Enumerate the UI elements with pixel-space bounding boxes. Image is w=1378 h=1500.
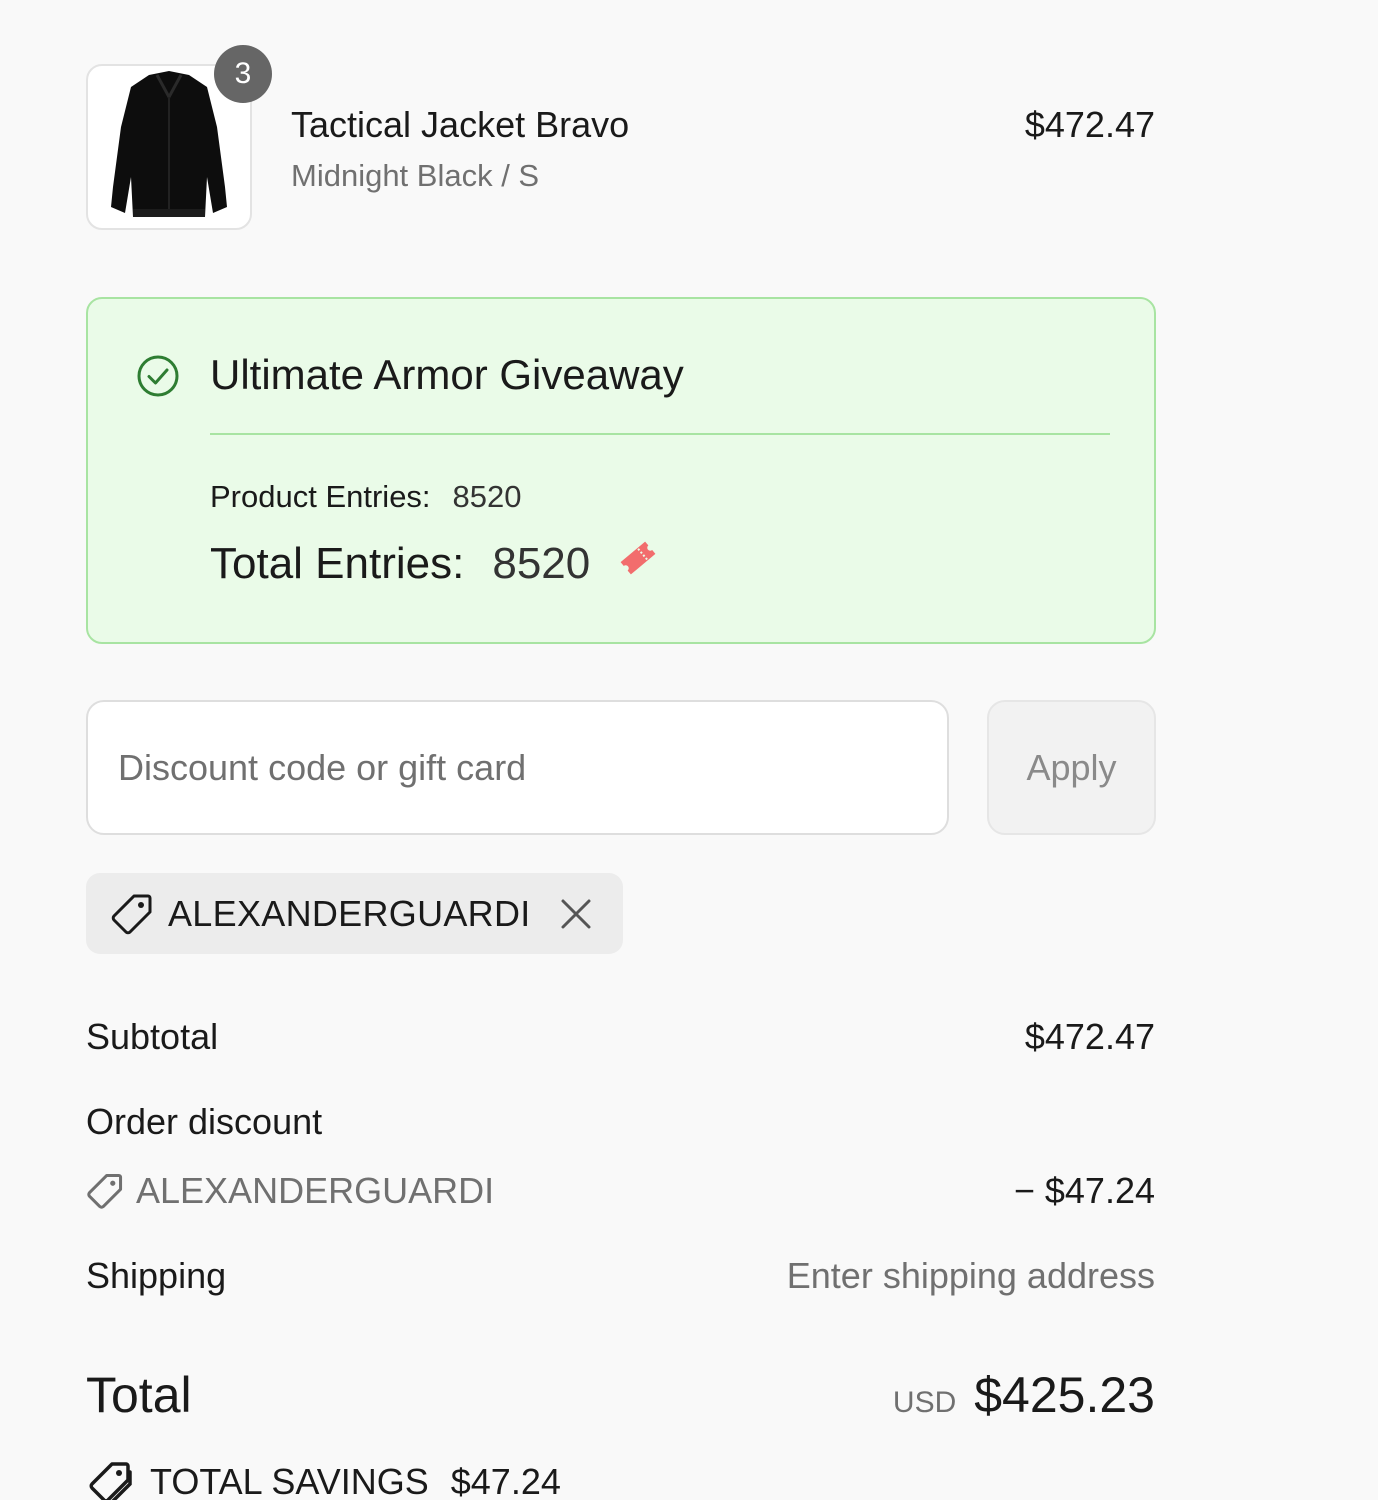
total-entries-value: 8520: [492, 539, 591, 588]
product-entries-label: Product Entries:: [210, 479, 431, 514]
total-savings: TOTAL SAVINGS $47.24: [86, 1458, 561, 1500]
check-circle-icon: [137, 355, 179, 397]
jacket-image: [111, 71, 227, 217]
giveaway-panel: Ultimate Armor Giveaway Product Entries:…: [86, 297, 1156, 644]
quantity-badge: 3: [214, 45, 272, 103]
applied-discount-code: ALEXANDERGUARDI: [168, 892, 531, 934]
product-price: $472.47: [1024, 104, 1155, 145]
order-discount-value: − $47.24: [1013, 1170, 1155, 1211]
shipping-label: Shipping: [86, 1255, 227, 1296]
close-icon[interactable]: [559, 897, 593, 931]
giveaway-divider: [210, 433, 1110, 435]
order-discount-label: Order discount: [86, 1101, 323, 1142]
order-discount-code: ALEXANDERGUARDI: [136, 1170, 495, 1211]
tags-icon: [89, 1462, 132, 1500]
discount-code-input[interactable]: [86, 700, 949, 835]
total-entries-label: Total Entries:: [210, 539, 465, 588]
subtotal-label: Subtotal: [86, 1016, 219, 1057]
tag-icon: [111, 894, 152, 934]
total-savings-value: $47.24: [450, 1461, 561, 1500]
applied-discount-chip: ALEXANDERGUARDI: [86, 873, 623, 954]
product-variant: Midnight Black / S: [291, 158, 540, 193]
total-savings-label: TOTAL SAVINGS: [150, 1461, 429, 1500]
order-summary: 3 Tactical Jacket Bravo Midnight Black /…: [0, 0, 1378, 1500]
shipping-value: Enter shipping address: [786, 1255, 1155, 1296]
total-label: Total: [86, 1367, 192, 1423]
total-amount: USD $425.23: [893, 1366, 1155, 1424]
total-entries: Total Entries: 8520: [210, 539, 662, 589]
order-discount-code-line: ALEXANDERGUARDI: [86, 1170, 494, 1212]
total-value: $425.23: [974, 1367, 1155, 1423]
product-name: Tactical Jacket Bravo: [291, 104, 630, 145]
giveaway-title: Ultimate Armor Giveaway: [210, 351, 684, 398]
apply-discount-button[interactable]: Apply: [987, 700, 1156, 835]
product-entries: Product Entries: 8520: [210, 479, 522, 515]
ticket-icon: [620, 541, 656, 575]
subtotal-value: $472.47: [1024, 1016, 1155, 1057]
product-entries-value: 8520: [452, 479, 522, 514]
total-currency: USD: [892, 1386, 957, 1419]
tag-icon: [87, 1173, 123, 1209]
